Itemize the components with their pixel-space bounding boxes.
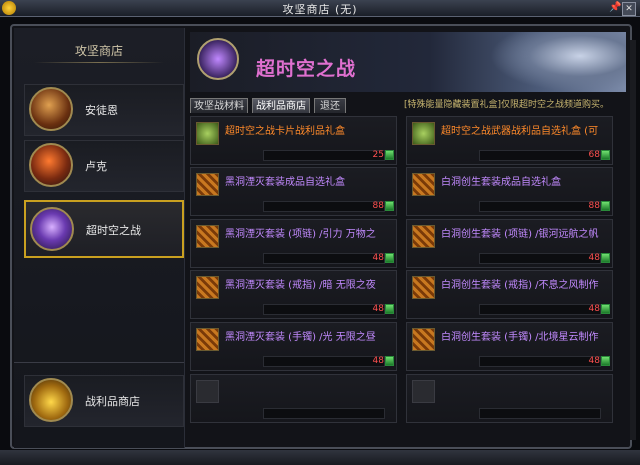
- gem-currency-icon: [385, 201, 394, 211]
- shop-item[interactable]: 白洞创生套装 (戒指) /不息之风制作 48: [406, 270, 613, 319]
- price-field: [479, 356, 601, 367]
- banner-title: 超时空之战: [256, 58, 357, 80]
- price-field: [479, 304, 601, 315]
- green-box-icon: [412, 122, 435, 145]
- luke-portrait-icon: [29, 143, 73, 187]
- item-price: 48: [372, 356, 384, 366]
- item-name: 黑洞湮灭套装成品自选礼盒: [225, 177, 345, 188]
- treasure-chest-icon: [29, 378, 73, 422]
- item-name: 白洞创生套装 (戒指) /不息之风制作: [441, 280, 599, 291]
- shop-item[interactable]: 白洞创生套装 (手镯) /北境星云制作 48: [406, 322, 613, 371]
- shop-item[interactable]: 黑洞湮灭套装 (项链) /引力 万物之 48: [190, 219, 397, 268]
- sidebar-item-label: 安徒恩: [85, 104, 118, 117]
- title-bar: 攻坚商店 (无) 📌 ✕: [0, 0, 640, 17]
- shop-item[interactable]: 白洞创生套装成品自选礼盒 88: [406, 167, 613, 216]
- sidebar-item-loot-shop[interactable]: 战利品商店: [24, 375, 184, 427]
- item-price: 48: [372, 253, 384, 263]
- item-name: 黑洞湮灭套装 (戒指) /暗 无限之夜: [225, 280, 376, 291]
- orange-box-icon: [196, 173, 219, 196]
- shop-item[interactable]: 超时空之战卡片战利品礼盒 25: [190, 116, 397, 165]
- empty-slot: [190, 374, 397, 423]
- empty-item-icon: [196, 380, 219, 403]
- anton-portrait-icon: [29, 87, 73, 131]
- orange-box-icon: [412, 328, 435, 351]
- item-price: 25: [372, 150, 384, 160]
- orange-box-icon: [196, 276, 219, 299]
- gem-currency-icon: [385, 150, 394, 160]
- item-price: 48: [588, 304, 600, 314]
- sidebar-item-anton[interactable]: 安徒恩: [24, 84, 184, 136]
- item-price: 88: [588, 201, 600, 211]
- empty-item-icon: [412, 380, 435, 403]
- shop-item[interactable]: 超时空之战武器战利品自选礼盒 (可 68: [406, 116, 613, 165]
- price-field: [263, 253, 385, 264]
- shop-item[interactable]: 黑洞湮灭套装 (戒指) /暗 无限之夜 48: [190, 270, 397, 319]
- gem-currency-icon: [385, 356, 394, 366]
- close-button[interactable]: ✕: [622, 2, 636, 16]
- orange-box-icon: [412, 276, 435, 299]
- item-name: 白洞创生套装成品自选礼盒: [441, 177, 561, 188]
- item-price: 48: [588, 356, 600, 366]
- item-name: 白洞创生套装 (手镯) /北境星云制作: [441, 332, 599, 343]
- sidebar-item-luke[interactable]: 卢克: [24, 140, 184, 192]
- divider: [34, 62, 164, 63]
- banner-background-art: [490, 32, 626, 92]
- window-title: 攻坚商店 (无): [282, 3, 358, 16]
- pin-icon[interactable]: 📌: [609, 2, 621, 13]
- item-price: 48: [372, 304, 384, 314]
- game-hud-strip: [0, 450, 640, 465]
- price-field: [479, 150, 601, 161]
- space-time-war-emblem-icon: [197, 38, 239, 80]
- space-time-war-icon: [30, 207, 74, 251]
- shop-item[interactable]: 白洞创生套装 (项链) /银河远航之帆 48: [406, 219, 613, 268]
- item-name: 白洞创生套装 (项链) /银河远航之帆: [441, 229, 599, 240]
- sidebar-item-label: 战利品商店: [85, 395, 140, 408]
- price-field: [263, 150, 385, 161]
- item-grid: 超时空之战卡片战利品礼盒 25 超时空之战武器战利品自选礼盒 (可 68 黑洞湮…: [190, 116, 626, 432]
- price-field: [263, 304, 385, 315]
- sidebar-item-space-time-war[interactable]: 超时空之战: [24, 200, 184, 258]
- gem-currency-icon: [601, 304, 610, 314]
- shop-item[interactable]: 黑洞湮灭套装成品自选礼盒 88: [190, 167, 397, 216]
- item-price: 68: [588, 150, 600, 160]
- price-field: [479, 253, 601, 264]
- orange-box-icon: [412, 225, 435, 248]
- price-field: [479, 201, 601, 212]
- purchase-notice: [特殊能量隐藏装置礼盒]仅限超时空之战频道购买。: [404, 100, 610, 110]
- empty-slot: [406, 374, 613, 423]
- orange-box-icon: [412, 173, 435, 196]
- item-name: 黑洞湮灭套装 (项链) /引力 万物之: [225, 229, 376, 240]
- price-field: [263, 201, 385, 212]
- orange-box-icon: [196, 328, 219, 351]
- sidebar-item-label: 卢克: [85, 160, 107, 173]
- gem-currency-icon: [385, 253, 394, 263]
- item-price: 48: [588, 253, 600, 263]
- green-box-icon: [196, 122, 219, 145]
- orange-box-icon: [196, 225, 219, 248]
- gem-currency-icon: [385, 304, 394, 314]
- price-field: [263, 356, 385, 367]
- price-field: [263, 408, 385, 419]
- tab-loot-shop[interactable]: 战利品商店: [252, 98, 310, 113]
- gem-currency-icon: [601, 150, 610, 160]
- item-price: 88: [372, 201, 384, 211]
- item-name: 超时空之战卡片战利品礼盒: [225, 126, 345, 137]
- loot-shop-section: 战利品商店: [14, 362, 184, 443]
- gem-currency-icon: [601, 253, 610, 263]
- sidebar-header: 攻坚商店: [74, 44, 123, 58]
- tab-refund[interactable]: 退还: [314, 98, 346, 113]
- sidebar-item-label: 超时空之战: [86, 224, 141, 237]
- sidebar: 攻坚商店 安徒恩 卢克 超时空之战 战利品商店: [14, 28, 185, 448]
- shop-item[interactable]: 黑洞湮灭套装 (手镯) /光 无限之昼 48: [190, 322, 397, 371]
- scrollbar[interactable]: [630, 40, 636, 440]
- gem-currency-icon: [601, 201, 610, 211]
- item-name: 黑洞湮灭套装 (手镯) /光 无限之昼: [225, 332, 376, 343]
- item-name: 超时空之战武器战利品自选礼盒 (可: [441, 126, 599, 137]
- tab-materials[interactable]: 攻坚战材料: [190, 98, 248, 113]
- price-field: [479, 408, 601, 419]
- gem-currency-icon: [601, 356, 610, 366]
